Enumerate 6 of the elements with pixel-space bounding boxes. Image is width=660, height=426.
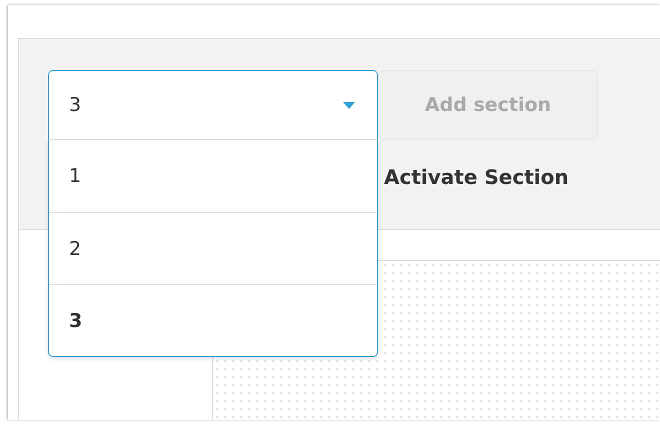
activate-section-label: Activate Section (384, 165, 569, 189)
dropdown-option[interactable]: 3 (49, 284, 377, 356)
section-select[interactable]: 3 (48, 70, 378, 140)
dropdown-option[interactable]: 1 (49, 140, 377, 212)
dropdown-option[interactable]: 2 (49, 212, 377, 284)
caret-icon (343, 102, 355, 108)
